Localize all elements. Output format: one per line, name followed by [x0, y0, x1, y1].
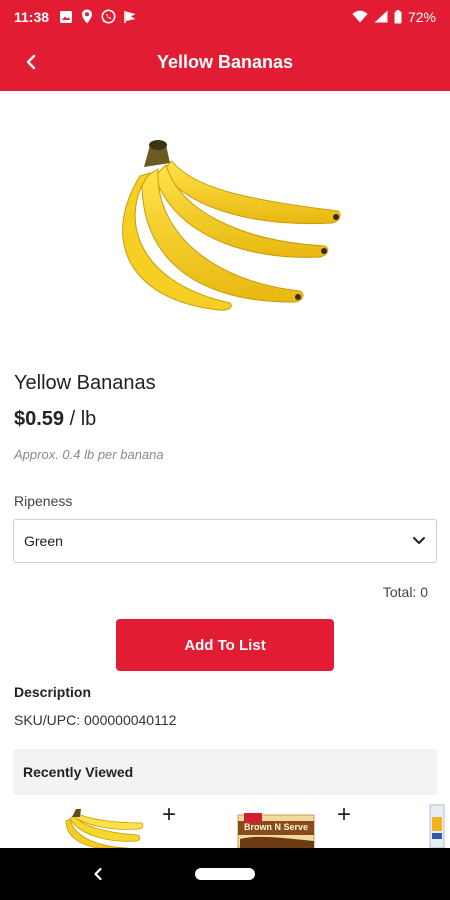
recent-item-partial[interactable] — [428, 795, 450, 848]
add-to-list-button[interactable]: Add To List — [116, 619, 334, 671]
back-button[interactable] — [14, 45, 48, 79]
price-unit: / lb — [64, 408, 97, 430]
chevron-left-icon — [26, 54, 36, 70]
battery-percent: 72% — [407, 8, 436, 25]
wifi-icon — [352, 10, 368, 23]
product-thumbnail — [429, 804, 445, 848]
flag-icon — [124, 10, 136, 23]
total-count: Total: 0 — [382, 584, 428, 600]
status-bar: 11:38 72% — [0, 0, 450, 33]
price-amount: $0.59 — [14, 408, 65, 430]
image-icon — [60, 10, 73, 23]
description-heading: Description — [14, 684, 92, 700]
ripeness-select[interactable]: Green — [13, 519, 437, 563]
chevron-down-icon — [412, 536, 426, 546]
home-pill-button[interactable] — [195, 868, 255, 880]
page-title: Yellow Bananas — [156, 51, 294, 72]
product-name: Yellow Bananas — [14, 372, 156, 394]
system-indicators: 72% — [352, 9, 436, 25]
recently-viewed-title: Recently Viewed — [23, 764, 134, 780]
banana-thumbnail — [65, 809, 144, 848]
add-recent-item-2-button[interactable]: + — [337, 803, 351, 827]
notification-icons — [59, 9, 137, 24]
status-time: 11:38 — [14, 8, 50, 25]
product-image — [0, 91, 450, 351]
location-pin-icon — [82, 9, 93, 24]
app-bar: Yellow Bananas — [0, 33, 450, 91]
chevron-left-icon — [94, 867, 102, 881]
ripeness-value: Green — [24, 533, 63, 549]
product-price: $0.59 / lb — [14, 408, 96, 431]
signal-icon — [374, 10, 388, 23]
ripeness-label: Ripeness — [14, 493, 73, 509]
sku-text: SKU/UPC: 000000040112 — [14, 712, 177, 728]
weight-note: Approx. 0.4 lb per banana — [14, 447, 164, 462]
package-label: Brown N Serve — [244, 822, 308, 832]
recent-item-brown-n-serve[interactable]: Brown N Serve — [236, 795, 316, 848]
whatsapp-icon — [101, 9, 116, 24]
system-navigation-bar — [0, 848, 450, 900]
recently-viewed-header: Recently Viewed — [13, 749, 437, 795]
banana-image — [122, 140, 341, 311]
system-back-button[interactable] — [86, 862, 110, 886]
recent-item-bananas[interactable] — [58, 795, 148, 848]
recently-viewed-strip[interactable]: + Brown N Serve + — [0, 795, 450, 848]
battery-icon — [394, 9, 402, 23]
add-recent-item-1-button[interactable]: + — [162, 803, 176, 827]
